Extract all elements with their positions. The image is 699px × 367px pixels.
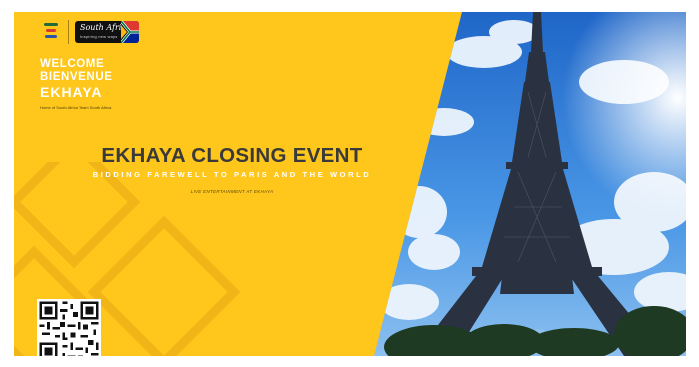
event-banner: South Africa Inspiring new ways WELCOME … xyxy=(14,12,686,356)
welcome-heading: WELCOME BIENVENUE EKHAYA xyxy=(40,58,113,100)
qr-code-icon[interactable] xyxy=(37,299,101,356)
south-africa-logo: South Africa Inspiring new ways xyxy=(75,21,139,43)
event-small-line: LIVE ENTERTAINMENT AT EKHAYA xyxy=(190,189,274,194)
team-south-africa-emblem-icon xyxy=(40,21,62,43)
welcome-line-1: WELCOME xyxy=(40,58,105,70)
welcome-subtext: Home of South Africa Team South Africa xyxy=(40,105,112,110)
welcome-line-2: BIENVENUE xyxy=(40,71,113,83)
event-subtitle: BIDDING FAREWELL TO PARIS AND THE WORLD xyxy=(92,170,372,179)
event-title: EKHAYA CLOSING EVENT xyxy=(101,144,363,167)
welcome-line-3: EKHAYA xyxy=(40,84,103,100)
logo-divider xyxy=(68,20,69,44)
header-logos: South Africa Inspiring new ways xyxy=(40,20,139,44)
sa-logo-tagline: Inspiring new ways xyxy=(80,34,118,39)
south-africa-flag-icon xyxy=(121,21,139,43)
